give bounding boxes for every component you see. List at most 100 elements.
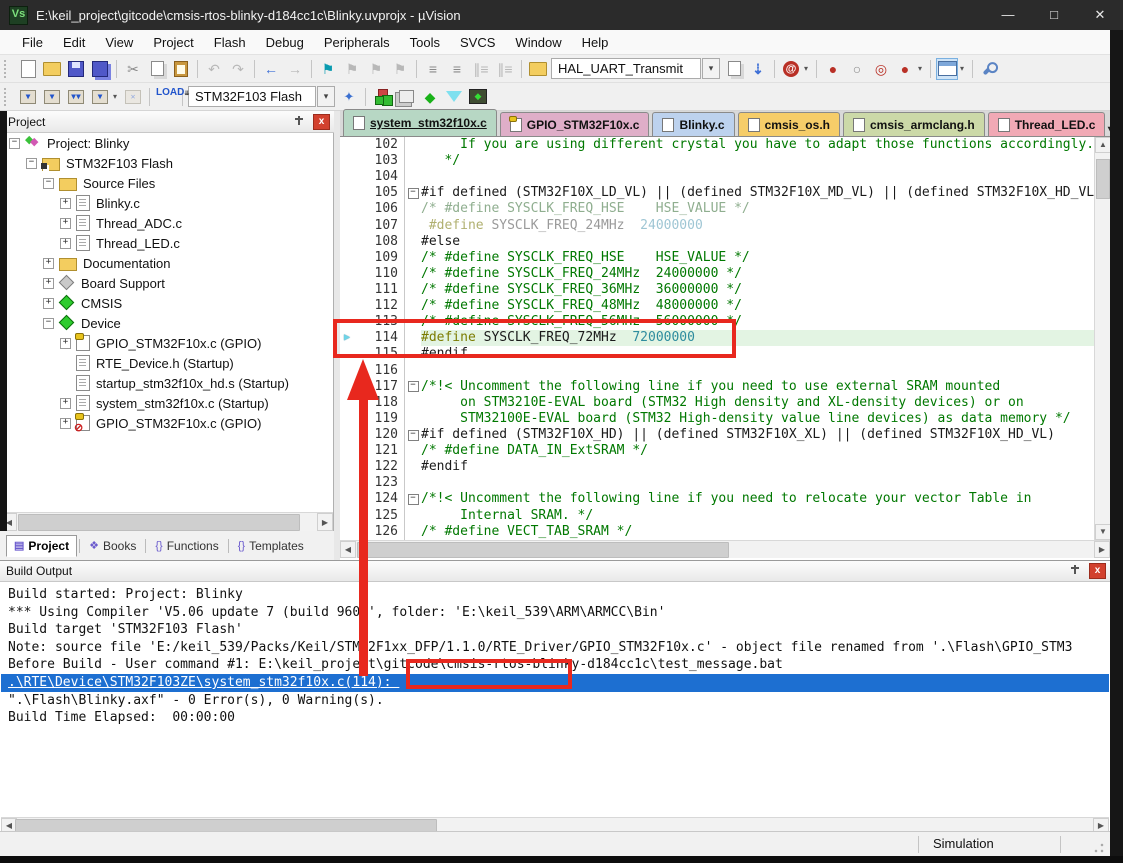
copy-icon[interactable] — [146, 58, 168, 80]
editor-tab-cmsis_os.h[interactable]: cmsis_os.h — [738, 112, 840, 136]
find-icon[interactable]: @ — [780, 58, 802, 80]
menu-item-debug[interactable]: Debug — [256, 35, 314, 50]
editor-tab-thread_led.c[interactable]: Thread_LED.c — [988, 112, 1106, 136]
menu-item-flash[interactable]: Flash — [204, 35, 256, 50]
breakpoint-kill-all-icon[interactable]: ● — [894, 58, 916, 80]
editor-hscrollbar[interactable]: ◀ ▶ — [340, 540, 1110, 558]
rebuild-all-icon[interactable]: ▼▼ — [65, 86, 87, 108]
build-output-line[interactable]: Note: source file 'E:/keil_539/Packs/Kei… — [1, 639, 1109, 657]
code-line[interactable]: 116 — [340, 363, 1094, 379]
code-line[interactable]: 118 on STM3210E-EVAL board (STM32 High d… — [340, 395, 1094, 411]
code-line[interactable]: 109/* #define SYSCLK_FREQ_HSE HSE_VALUE … — [340, 250, 1094, 266]
code-line[interactable]: 105−#if defined (STM32F10X_LD_VL) || (de… — [340, 185, 1094, 201]
code-line[interactable]: 104 — [340, 169, 1094, 185]
tree-item[interactable]: startup_stm32f10x_hd.s (Startup) — [1, 373, 333, 393]
scroll-right-icon[interactable]: ▶ — [1093, 818, 1109, 832]
close-button[interactable]: ✕ — [1077, 0, 1123, 30]
code-line[interactable]: 102 If you are using different crystal y… — [340, 137, 1094, 153]
expand-icon[interactable]: + — [60, 218, 71, 229]
menu-item-help[interactable]: Help — [572, 35, 619, 50]
panel-tab-templates[interactable]: {}Templates — [231, 536, 311, 556]
panel-tab-functions[interactable]: {}Functions — [148, 536, 225, 556]
menu-item-peripherals[interactable]: Peripherals — [314, 35, 400, 50]
build-output-line[interactable]: Build target 'STM32F103 Flash' — [1, 621, 1109, 639]
target-options-icon[interactable]: ✦ — [338, 86, 360, 108]
fold-collapse-icon[interactable]: − — [405, 381, 421, 392]
tree-item[interactable]: +Documentation — [1, 253, 333, 273]
expand-icon[interactable]: + — [60, 338, 71, 349]
build-hscrollbar[interactable]: ◀ ▶ — [1, 817, 1109, 832]
maximize-button[interactable]: □ — [1031, 0, 1077, 30]
configure-wrench-icon[interactable] — [978, 58, 1000, 80]
panel-tab-books[interactable]: ❖Books — [82, 536, 143, 556]
paste-icon[interactable] — [170, 58, 192, 80]
fold-collapse-icon[interactable]: − — [405, 188, 421, 199]
tree-item[interactable]: +Thread_ADC.c — [1, 213, 333, 233]
manage-rte-icon[interactable] — [371, 86, 393, 108]
expand-icon[interactable]: + — [60, 398, 71, 409]
expand-icon[interactable]: + — [43, 278, 54, 289]
project-panel-close-button[interactable]: x — [313, 114, 330, 130]
tree-item[interactable]: +GPIO_STM32F10x.c (GPIO) — [1, 333, 333, 353]
menu-item-edit[interactable]: Edit — [53, 35, 95, 50]
scroll-left-icon[interactable]: ◀ — [340, 541, 356, 558]
code-line[interactable]: 124−/*!< Uncomment the following line if… — [340, 491, 1094, 507]
tree-item[interactable]: −STM32F103 Flash — [1, 153, 333, 173]
collapse-icon[interactable]: − — [43, 318, 54, 329]
scroll-thumb[interactable] — [1096, 159, 1110, 199]
comment-selection-icon[interactable]: ∥≡ — [470, 58, 492, 80]
undo-icon[interactable]: ↶ — [203, 58, 225, 80]
expand-icon[interactable]: + — [60, 198, 71, 209]
redo-icon[interactable]: ↷ — [227, 58, 249, 80]
pack-filter-icon[interactable] — [443, 86, 465, 108]
window-layout-icon-dropdown[interactable]: ▾ — [960, 64, 968, 73]
menu-item-project[interactable]: Project — [143, 35, 203, 50]
menu-item-tools[interactable]: Tools — [400, 35, 450, 50]
translate-file-icon[interactable]: ▼ — [17, 86, 39, 108]
menu-item-svcs[interactable]: SVCS — [450, 35, 505, 50]
pin-icon[interactable] — [1071, 565, 1079, 577]
fold-box[interactable]: − — [408, 494, 419, 505]
project-hscrollbar[interactable]: ◀ ▶ — [1, 512, 333, 531]
bookmark-next-icon[interactable]: ⚑ — [365, 58, 387, 80]
new-file-icon[interactable] — [17, 58, 39, 80]
expand-icon[interactable]: + — [60, 418, 71, 429]
build-output-line[interactable]: ".\Flash\Blinky.axf" - 0 Error(s), 0 War… — [1, 692, 1109, 710]
tree-item[interactable]: +Blinky.c — [1, 193, 333, 213]
fold-box[interactable]: − — [408, 381, 419, 392]
collapse-icon[interactable]: − — [26, 158, 37, 169]
indent-icon[interactable]: ≡ — [446, 58, 468, 80]
select-software-packs-icon[interactable]: ◆ — [419, 86, 441, 108]
code-line[interactable]: 125 Internal SRAM. */ — [340, 508, 1094, 524]
menu-item-file[interactable]: File — [12, 35, 53, 50]
toolbar-grip[interactable] — [4, 60, 11, 78]
editor-tab-gpio_stm32f10x.c[interactable]: GPIO_STM32F10x.c — [500, 112, 650, 136]
download-icon[interactable]: LOAD⇊ — [155, 86, 177, 108]
fold-box[interactable]: − — [408, 430, 419, 441]
code-line[interactable]: 107 #define SYSCLK_FREQ_24MHz 24000000 — [340, 218, 1094, 234]
open-file-icon[interactable] — [41, 58, 63, 80]
stop-build-icon[interactable]: ✕ — [122, 86, 144, 108]
breakpoint-insert-icon[interactable]: ● — [822, 58, 844, 80]
batch-build-icon-dropdown[interactable]: ▾ — [113, 92, 121, 101]
build-output-content[interactable]: Build started: Project: Blinky*** Using … — [1, 583, 1109, 819]
find-in-files-icon[interactable] — [527, 58, 549, 80]
code-line[interactable]: 112/* #define SYSCLK_FREQ_48MHz 48000000… — [340, 298, 1094, 314]
find-icon-dropdown[interactable]: ▾ — [804, 64, 812, 73]
build-output-line[interactable]: Build Time Elapsed: 00:00:00 — [1, 709, 1109, 727]
scroll-thumb[interactable] — [18, 514, 300, 531]
code-line[interactable]: 106/* #define SYSCLK_FREQ_HSE HSE_VALUE … — [340, 201, 1094, 217]
bookmark-toggle-icon[interactable]: ⚑ — [317, 58, 339, 80]
tree-item[interactable]: −Project: Blinky — [1, 133, 333, 153]
search-document-icon[interactable] — [723, 58, 745, 80]
code-line[interactable]: 121/* #define DATA_IN_ExtSRAM */ — [340, 443, 1094, 459]
collapse-icon[interactable]: − — [43, 178, 54, 189]
code-line[interactable]: 110/* #define SYSCLK_FREQ_24MHz 24000000… — [340, 266, 1094, 282]
code-line[interactable]: 117−/*!< Uncomment the following line if… — [340, 379, 1094, 395]
menu-item-window[interactable]: Window — [505, 35, 571, 50]
code-line[interactable]: 103 */ — [340, 153, 1094, 169]
pin-icon[interactable] — [295, 116, 303, 128]
function-search-combo[interactable]: HAL_UART_Transmit — [551, 58, 701, 79]
tree-item[interactable]: +system_stm32f10x.c (Startup) — [1, 393, 333, 413]
expand-icon[interactable]: + — [43, 298, 54, 309]
